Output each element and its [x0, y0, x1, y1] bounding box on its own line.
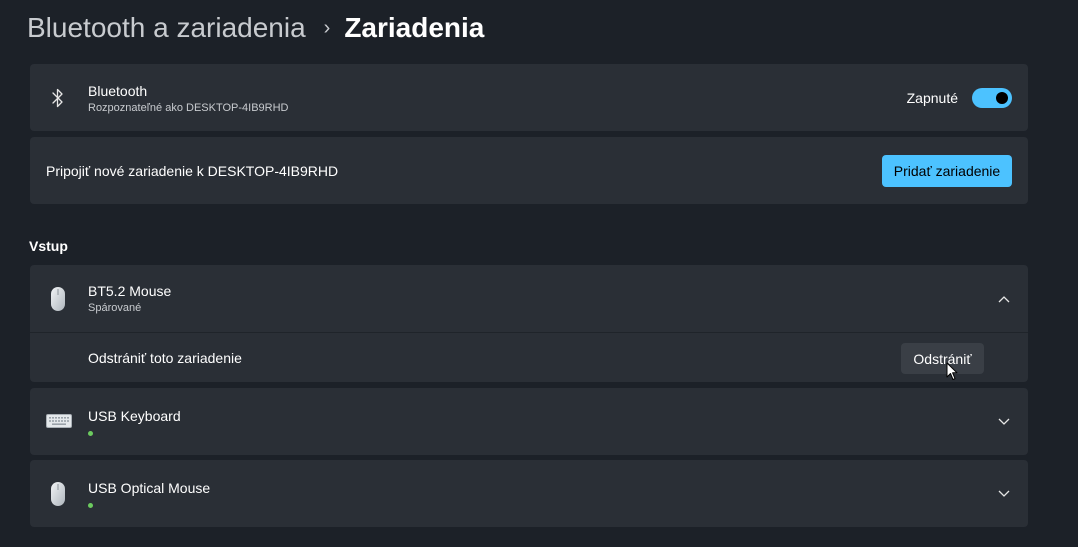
- keyboard-icon: [44, 414, 74, 428]
- breadcrumb-parent[interactable]: Bluetooth a zariadenia: [27, 12, 306, 44]
- remove-device-label: Odstrániť toto zariadenie: [88, 349, 242, 366]
- toggle-knob: [996, 91, 1008, 104]
- add-device-label: Pripojiť nové zariadenie k DESKTOP-4IB9R…: [46, 162, 339, 179]
- add-device-button[interactable]: Pridať zariadenie: [882, 154, 1012, 187]
- page-title: Zariadenia: [344, 12, 485, 43]
- device-status: Spárované: [88, 302, 142, 314]
- toggle-state-label: Zapnuté: [906, 89, 958, 106]
- mouse-icon: [44, 481, 72, 507]
- bluetooth-title: Bluetooth: [88, 83, 148, 99]
- add-device-card: Pripojiť nové zariadenie k DESKTOP-4IB9R…: [30, 137, 1028, 204]
- device-card-bt-mouse: BT5.2 Mouse Spárované Odstrániť toto zar…: [30, 265, 1028, 382]
- section-label-input: Vstup: [29, 238, 68, 254]
- device-name: USB Keyboard: [88, 408, 181, 424]
- device-card-usb-optical-mouse[interactable]: USB Optical Mouse: [30, 460, 1028, 527]
- mouse-icon: [44, 286, 72, 312]
- device-header[interactable]: BT5.2 Mouse Spárované: [30, 265, 1028, 332]
- chevron-down-icon[interactable]: [996, 414, 1012, 430]
- device-card-usb-keyboard[interactable]: USB Keyboard: [30, 388, 1028, 455]
- bluetooth-icon: [44, 87, 72, 109]
- mouse-cursor-icon: [946, 362, 958, 386]
- breadcrumb-separator: ›: [323, 16, 331, 39]
- chevron-down-icon[interactable]: [996, 486, 1012, 502]
- device-name: BT5.2 Mouse: [88, 283, 172, 299]
- breadcrumb: Bluetooth a zariadenia › Zariadenia: [27, 10, 484, 46]
- bluetooth-toggle-group: Zapnuté: [906, 87, 1012, 108]
- bluetooth-subtitle: Rozpoznateľné ako DESKTOP-4IB9RHD: [88, 102, 289, 114]
- connected-status-dot: [88, 431, 93, 436]
- bluetooth-card: Bluetooth Rozpoznateľné ako DESKTOP-4IB9…: [30, 64, 1028, 131]
- remove-device-button[interactable]: Odstrániť: [901, 343, 984, 374]
- connected-status-dot: [88, 503, 93, 508]
- chevron-up-icon[interactable]: [996, 291, 1012, 307]
- device-name: USB Optical Mouse: [88, 480, 211, 496]
- bluetooth-toggle[interactable]: [972, 87, 1012, 108]
